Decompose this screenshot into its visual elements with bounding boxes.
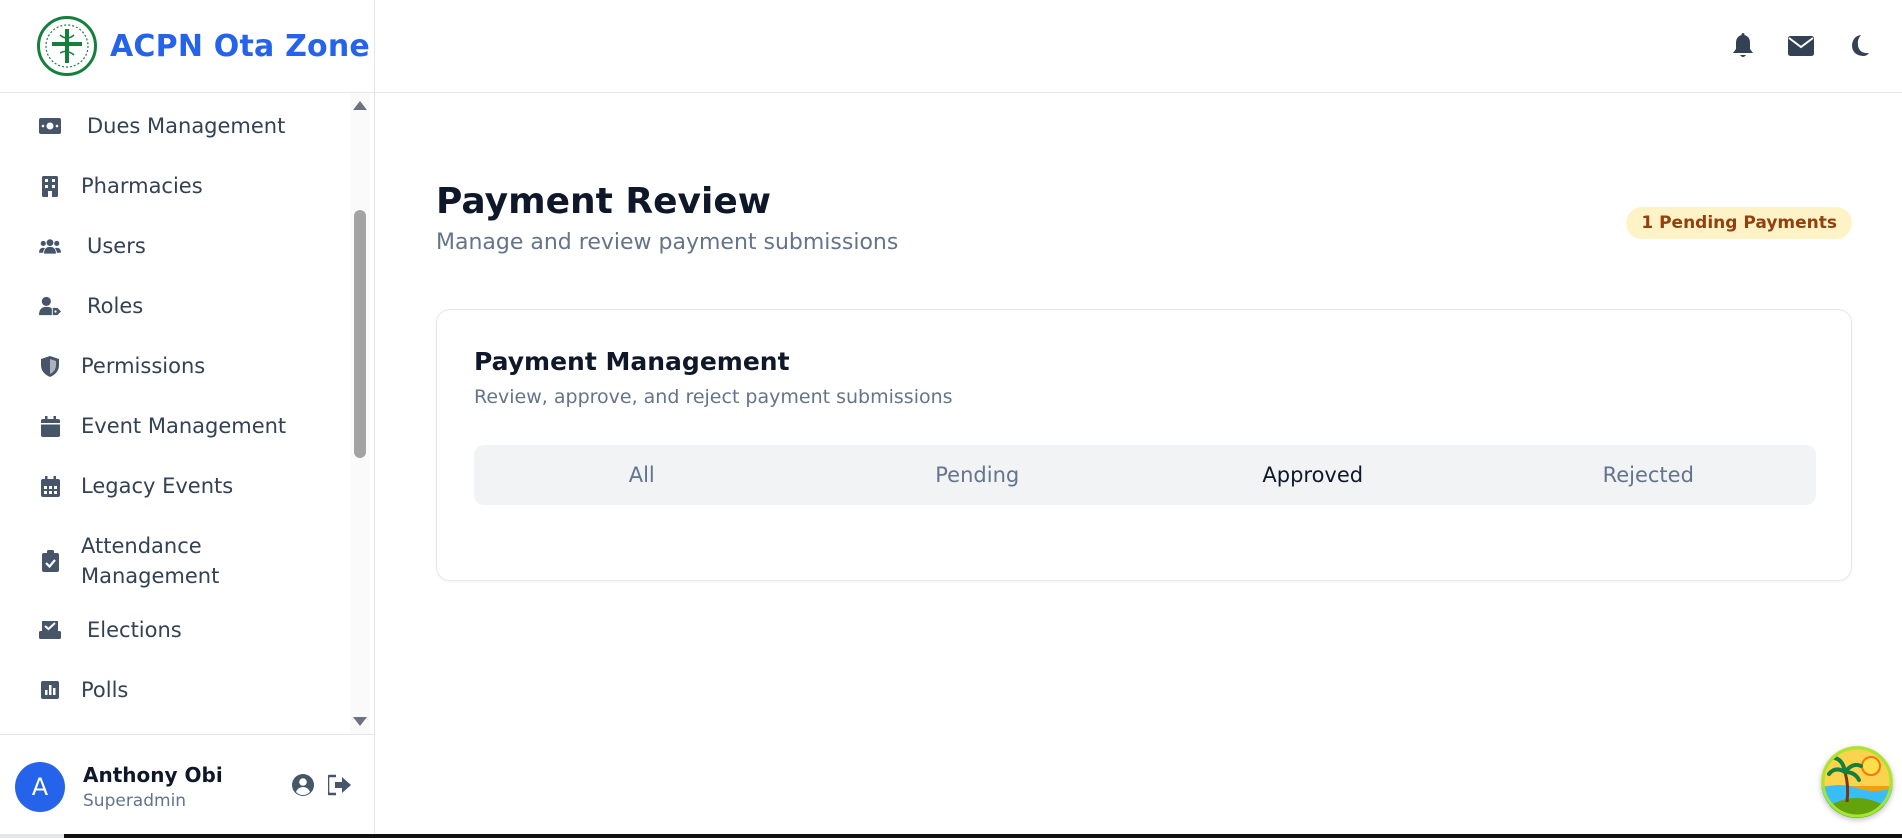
user-circle-icon[interactable] bbox=[292, 774, 314, 800]
building-icon bbox=[39, 175, 61, 197]
sidebar-nav: Dues Management Pharmacies Users Roles P… bbox=[0, 93, 374, 734]
sidebar-item-elections[interactable]: Elections bbox=[0, 615, 352, 645]
scrollbar-thumb[interactable] bbox=[354, 210, 366, 458]
poll-icon bbox=[39, 679, 61, 701]
pending-payments-badge: 1 Pending Payments bbox=[1626, 207, 1852, 239]
bottom-scrollbar[interactable] bbox=[0, 834, 1902, 838]
sidebar-item-label: Elections bbox=[87, 618, 182, 642]
money-icon bbox=[39, 115, 61, 137]
user-meta: Anthony Obi Superadmin bbox=[83, 763, 223, 811]
payment-management-card: Payment Management Review, approve, and … bbox=[436, 309, 1852, 581]
sidebar-item-label: Polls bbox=[81, 678, 129, 702]
vote-box-icon bbox=[39, 619, 61, 641]
bottom-scroll-thumb-right[interactable] bbox=[580, 834, 1902, 838]
tab-approved[interactable]: Approved bbox=[1145, 445, 1481, 505]
user-role: Superadmin bbox=[83, 790, 187, 811]
header-actions bbox=[1698, 33, 1902, 58]
moon-icon[interactable] bbox=[1848, 33, 1869, 58]
sidebar-item-label: Dues Management bbox=[87, 114, 286, 138]
beach-palm-icon bbox=[1821, 746, 1893, 818]
scroll-down-arrow-icon[interactable] bbox=[353, 717, 367, 726]
envelope-icon[interactable] bbox=[1788, 33, 1814, 58]
bell-icon[interactable] bbox=[1732, 33, 1754, 58]
sidebar-item-label: Event Management bbox=[81, 414, 287, 438]
pharmacy-cross-logo bbox=[37, 16, 97, 76]
sidebar-item-label: Permissions bbox=[81, 354, 206, 378]
users-icon bbox=[39, 235, 61, 257]
payment-status-tabs: All Pending Approved Rejected bbox=[474, 445, 1816, 505]
sidebar-item-label: Roles bbox=[87, 294, 144, 318]
sidebar-item-label: Attendance Management bbox=[81, 531, 219, 591]
user-tag-icon bbox=[39, 295, 61, 317]
sidebar-item-label: Pharmacies bbox=[81, 174, 203, 198]
tab-pending[interactable]: Pending bbox=[810, 445, 1146, 505]
sidebar-scrollbar[interactable] bbox=[350, 93, 370, 734]
user-profile: A Anthony Obi Superadmin bbox=[0, 734, 374, 838]
clipboard-check-icon bbox=[39, 550, 61, 572]
sidebar-item-polls[interactable]: Polls bbox=[0, 675, 352, 705]
brand[interactable]: ACPN Ota Zone bbox=[0, 0, 374, 93]
main-content: Payment Review Manage and review payment… bbox=[375, 93, 1902, 838]
calendar-icon bbox=[39, 415, 61, 437]
sidebar-item-users[interactable]: Users bbox=[0, 231, 352, 261]
logout-icon[interactable] bbox=[326, 774, 352, 800]
sidebar-item-legacy-events[interactable]: Legacy Events bbox=[0, 471, 352, 501]
shield-icon bbox=[39, 355, 61, 377]
sidebar: ACPN Ota Zone Dues Management Pharmacies… bbox=[0, 0, 375, 838]
sidebar-item-label-line-1: Attendance bbox=[81, 534, 202, 558]
sidebar-item-label: Users bbox=[87, 234, 146, 258]
sidebar-item-roles[interactable]: Roles bbox=[0, 291, 352, 321]
avatar[interactable]: A bbox=[15, 761, 65, 812]
sidebar-item-label-line-2: Management bbox=[81, 564, 220, 588]
card-subtitle: Review, approve, and reject payment subm… bbox=[474, 386, 953, 408]
brand-title: ACPN Ota Zone bbox=[110, 28, 370, 64]
user-name: Anthony Obi bbox=[83, 762, 223, 787]
user-actions bbox=[292, 774, 352, 800]
bottom-scroll-thumb-left[interactable] bbox=[64, 834, 582, 838]
sidebar-item-label: Legacy Events bbox=[81, 474, 234, 498]
scroll-up-arrow-icon[interactable] bbox=[353, 101, 367, 110]
sidebar-item-permissions[interactable]: Permissions bbox=[0, 351, 352, 381]
tab-rejected[interactable]: Rejected bbox=[1481, 445, 1817, 505]
page-title: Payment Review bbox=[436, 181, 771, 222]
calendar-days-icon bbox=[39, 475, 61, 497]
sidebar-item-dues-management[interactable]: Dues Management bbox=[0, 111, 352, 141]
page-subtitle: Manage and review payment submissions bbox=[436, 230, 899, 255]
top-header bbox=[375, 0, 1902, 93]
theme-beach-button[interactable] bbox=[1821, 746, 1893, 818]
card-title: Payment Management bbox=[474, 347, 790, 376]
sidebar-item-attendance-management[interactable]: Attendance Management bbox=[0, 531, 352, 591]
sidebar-item-pharmacies[interactable]: Pharmacies bbox=[0, 171, 352, 201]
sidebar-item-event-management[interactable]: Event Management bbox=[0, 411, 352, 441]
tab-all[interactable]: All bbox=[474, 445, 810, 505]
